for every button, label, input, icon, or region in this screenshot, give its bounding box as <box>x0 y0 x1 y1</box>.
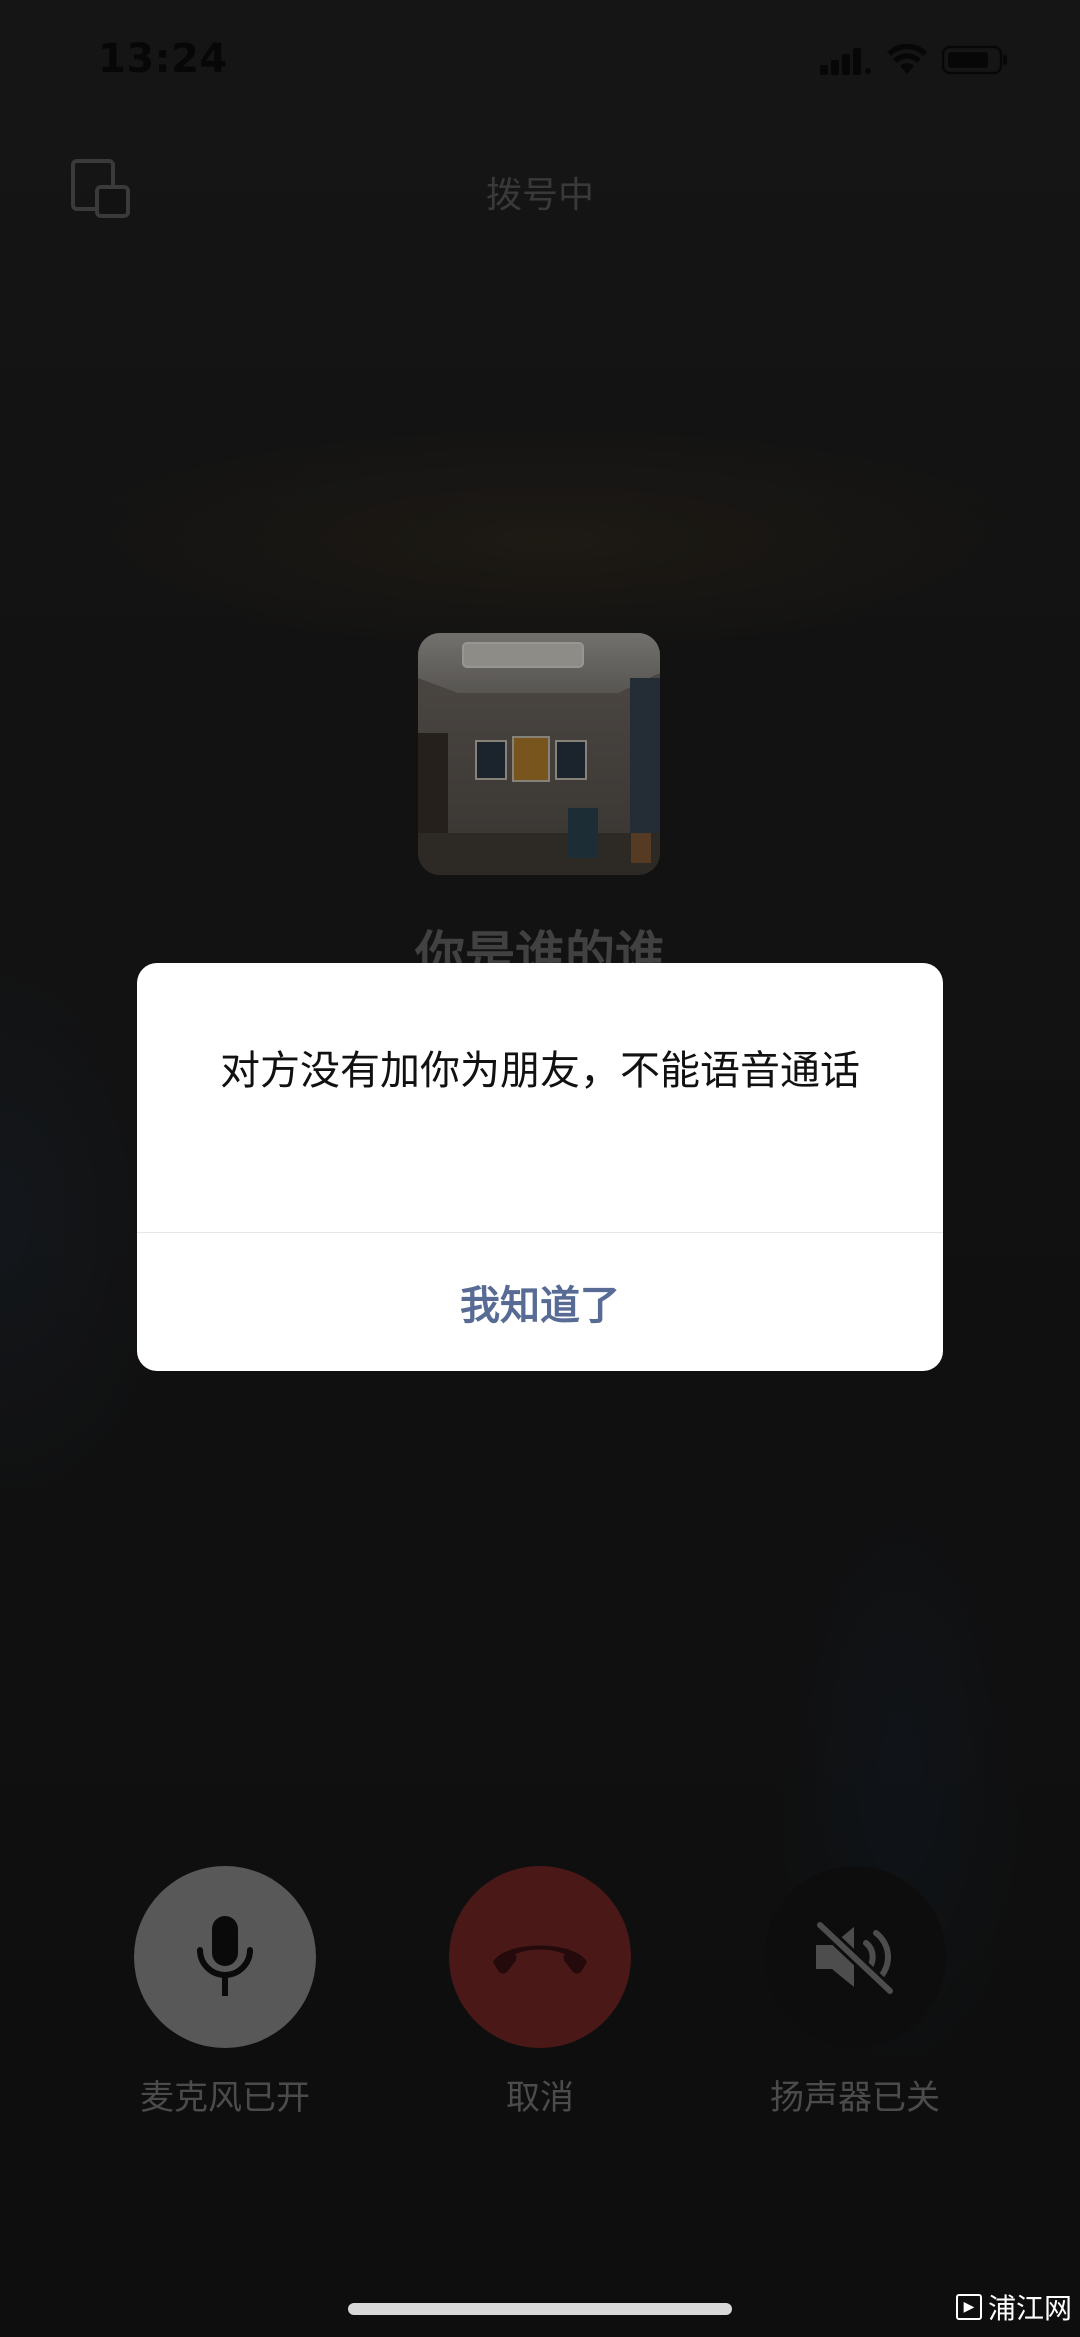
alert-dialog: 对方没有加你为朋友，不能语音通话 我知道了 <box>137 963 943 1371</box>
acknowledge-button[interactable]: 我知道了 <box>137 1233 943 1371</box>
home-indicator[interactable] <box>348 2303 732 2315</box>
dialog-message: 对方没有加你为朋友，不能语音通话 <box>220 1048 860 1094</box>
watermark-logo-icon: ▶ <box>955 2294 982 2320</box>
watermark-text: 浦江网 <box>987 2292 1072 2325</box>
watermark: ▶ 浦江网 <box>955 2287 1072 2327</box>
